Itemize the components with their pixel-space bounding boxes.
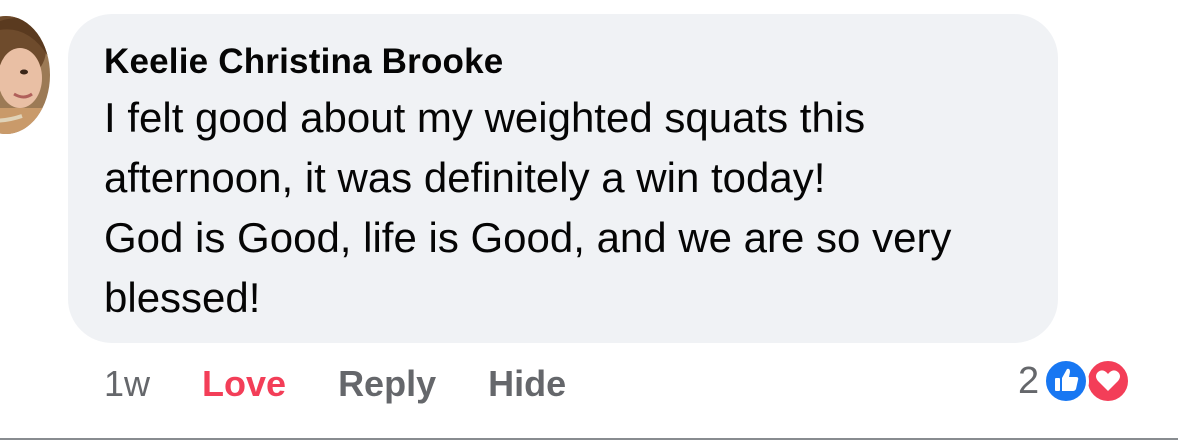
reaction-count: 2 [1018, 359, 1040, 402]
comment-text-line: God is Good, life is Good, and we are so… [104, 214, 952, 261]
reply-button[interactable]: Reply [338, 363, 436, 405]
comment-author[interactable]: Keelie Christina Brooke [104, 42, 503, 82]
comment-text-line: afternoon, it was definitely a win today… [104, 154, 826, 201]
hide-button[interactable]: Hide [488, 363, 566, 405]
comment-timestamp[interactable]: 1w [104, 363, 150, 405]
like-icon [1043, 358, 1090, 404]
comment-bubble: Keelie Christina Brooke I felt good abou… [68, 14, 1058, 343]
avatar-image [0, 16, 50, 134]
divider [0, 438, 1178, 440]
love-button[interactable]: Love [202, 363, 286, 405]
comment-actions: 1w Love Reply Hide [104, 362, 618, 406]
comment-text-line: blessed! [104, 274, 261, 321]
comment-container: Keelie Christina Brooke I felt good abou… [0, 0, 1178, 443]
reaction-icons [1043, 356, 1139, 406]
love-icon [1085, 358, 1132, 404]
comment-text-line: I felt good about my weighted squats thi… [104, 94, 866, 141]
reaction-summary[interactable]: 2 [1018, 356, 1139, 406]
avatar[interactable] [0, 16, 50, 134]
comment-text: I felt good about my weighted squats thi… [104, 88, 1044, 328]
